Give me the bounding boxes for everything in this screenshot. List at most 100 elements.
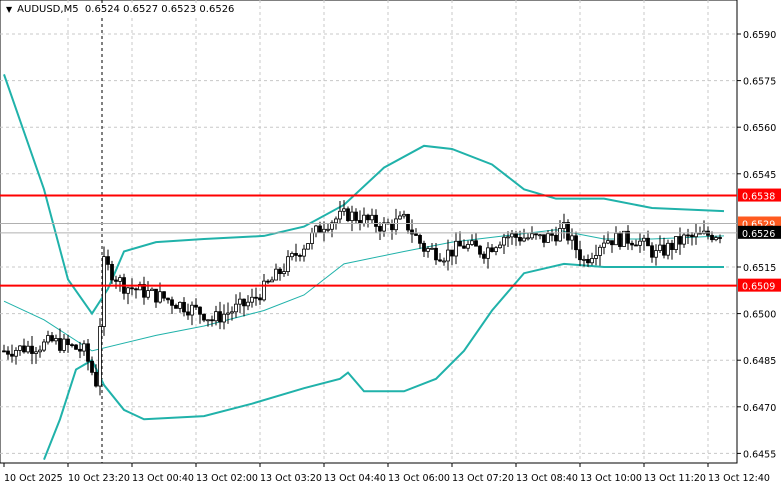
- candle-body: [238, 298, 242, 305]
- candle-body: [674, 236, 678, 250]
- candle-body: [110, 263, 114, 281]
- candle-body: [482, 253, 486, 259]
- candle-body: [118, 277, 122, 282]
- candle-body: [578, 249, 582, 261]
- candle-body: [334, 218, 338, 224]
- candle-body: [506, 236, 510, 239]
- candle-body: [74, 344, 78, 350]
- candle-body: [162, 291, 166, 299]
- chart-title: ▼ AUDUSD,M5 0.6524 0.6527 0.6523 0.6526: [4, 4, 237, 15]
- candle-body: [286, 256, 290, 272]
- candle-body: [410, 229, 414, 235]
- candle-body: [398, 215, 402, 220]
- price-chart[interactable]: 0.6590 0.6575 0.6560 0.6545 0.6515 0.6500 0.64…: [0, 0, 781, 489]
- candle-body: [518, 237, 522, 242]
- candle-body: [314, 225, 318, 234]
- candle-body: [290, 253, 294, 258]
- candle-body: [670, 242, 674, 250]
- candle-body: [206, 319, 210, 322]
- candle-body: [658, 244, 662, 251]
- candle-body: [94, 371, 98, 387]
- candle-body: [126, 287, 130, 294]
- candle-body: [18, 345, 22, 351]
- candle-body: [678, 236, 682, 245]
- candle-body: [50, 335, 54, 342]
- candle-body: [446, 249, 450, 262]
- price-tick-label: 0.6560: [743, 123, 776, 134]
- candle-body: [90, 360, 94, 373]
- candle-body: [714, 237, 718, 241]
- candle-body: [498, 244, 502, 249]
- candle-body: [478, 245, 482, 255]
- candle-body: [638, 240, 642, 246]
- candle-body: [690, 234, 694, 238]
- candle-body: [250, 296, 254, 303]
- candle-body: [514, 233, 518, 238]
- level-price-label: 0.6538: [742, 192, 775, 203]
- candle-body: [86, 343, 90, 362]
- price-tick-label: 0.6590: [743, 30, 776, 41]
- candle-body: [78, 348, 82, 352]
- time-tick-label: 13 Oct 03:20: [260, 473, 322, 484]
- candle-body: [510, 233, 514, 238]
- candle-body: [102, 256, 106, 327]
- candle-body: [550, 233, 554, 236]
- candle-body: [170, 299, 174, 306]
- time-tick-label: 13 Oct 08:40: [516, 473, 578, 484]
- candle-body: [346, 208, 350, 222]
- candle-body: [318, 225, 322, 233]
- candle-body: [22, 345, 26, 353]
- candle-body: [306, 243, 310, 250]
- candle-body: [30, 345, 34, 354]
- candle-body: [338, 210, 342, 220]
- candle-body: [422, 242, 426, 252]
- candle-body: [622, 230, 626, 247]
- candle-body: [310, 232, 314, 244]
- price-tick-label: 0.6485: [743, 356, 776, 367]
- candle-body: [494, 247, 498, 253]
- candle: [346, 206, 350, 223]
- candle-body: [502, 236, 506, 246]
- candle-body: [150, 288, 154, 292]
- candle-body: [470, 240, 474, 245]
- candle-body: [570, 235, 574, 241]
- bid-price-label: 0.6526: [742, 229, 775, 240]
- candle-body: [34, 351, 38, 354]
- candle-body: [598, 246, 602, 256]
- candle: [98, 318, 102, 396]
- candle-body: [426, 248, 430, 252]
- candle-body: [178, 301, 182, 309]
- price-tick-label: 0.6455: [743, 449, 776, 460]
- candle-body: [230, 311, 234, 314]
- candle-body: [618, 232, 622, 247]
- triangle-down-icon[interactable]: ▼: [6, 5, 12, 14]
- candle-body: [530, 233, 534, 239]
- candle-body: [266, 280, 270, 283]
- candle-body: [382, 222, 386, 232]
- candle-body: [430, 247, 434, 250]
- candle-body: [450, 249, 454, 257]
- candle: [102, 246, 106, 336]
- candle-body: [194, 304, 198, 308]
- candle-body: [394, 218, 398, 231]
- candle-body: [454, 240, 458, 257]
- candle-body: [434, 247, 438, 261]
- time-tick-label: 13 Oct 00:40: [132, 473, 194, 484]
- candle-body: [666, 242, 670, 256]
- candle-body: [294, 253, 298, 256]
- candle-body: [214, 311, 218, 322]
- candle-body: [46, 335, 50, 343]
- time-tick-label: 10 Oct 2025: [4, 473, 63, 484]
- candle-body: [234, 303, 238, 313]
- candle-body: [190, 304, 194, 316]
- candle-body: [458, 240, 462, 247]
- candle-body: [134, 288, 138, 291]
- candle-body: [402, 213, 406, 217]
- candle: [622, 230, 626, 247]
- candle-body: [582, 258, 586, 261]
- candle-body: [362, 214, 366, 225]
- candle-body: [406, 213, 410, 231]
- candle-body: [58, 338, 62, 351]
- candle-body: [606, 240, 610, 244]
- level-price-label: 0.6509: [742, 282, 775, 293]
